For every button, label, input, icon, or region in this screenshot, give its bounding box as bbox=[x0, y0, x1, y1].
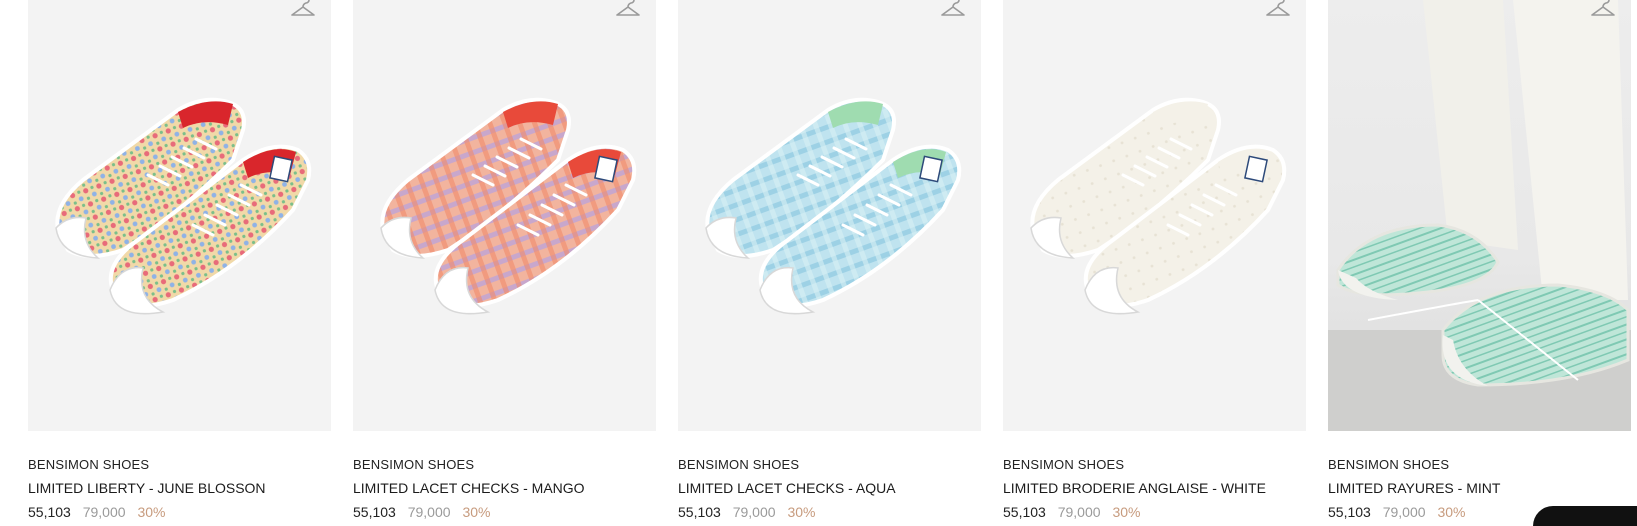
product-name[interactable]: LIMITED LACET CHECKS - MANGO bbox=[353, 480, 656, 498]
product-card[interactable]: BENSIMON SHOES LIMITED LIBERTY - JUNE BL… bbox=[28, 0, 331, 522]
product-image[interactable] bbox=[28, 0, 331, 431]
product-brand[interactable]: BENSIMON SHOES bbox=[1003, 457, 1306, 473]
sale-price: 55,103 bbox=[353, 504, 396, 520]
product-card[interactable]: BENSIMON SHOES LIMITED BRODERIE ANGLAISE… bbox=[1003, 0, 1306, 522]
hanger-icon[interactable] bbox=[289, 0, 317, 20]
product-image[interactable] bbox=[1003, 0, 1306, 431]
discount-badge: 30% bbox=[787, 504, 816, 520]
sale-price: 55,103 bbox=[1003, 504, 1046, 520]
shoe-illustration bbox=[705, 97, 962, 315]
product-brand[interactable]: BENSIMON SHOES bbox=[678, 457, 981, 473]
original-price: 79,000 bbox=[1057, 504, 1101, 520]
sale-price: 55,103 bbox=[1328, 504, 1371, 520]
product-image[interactable] bbox=[678, 0, 981, 431]
product-name[interactable]: LIMITED RAYURES - MINT bbox=[1328, 480, 1631, 498]
product-card[interactable]: BENSIMON SHOES LIMITED LACET CHECKS - MA… bbox=[353, 0, 656, 522]
sale-price: 55,103 bbox=[28, 504, 71, 520]
product-card[interactable]: BENSIMON SHOES LIMITED LACET CHECKS - AQ… bbox=[678, 0, 981, 522]
product-brand[interactable]: BENSIMON SHOES bbox=[1328, 457, 1631, 473]
hanger-icon[interactable] bbox=[614, 0, 642, 20]
product-prices: 55,103 79,000 30% bbox=[678, 504, 981, 522]
shoe-illustration bbox=[55, 97, 312, 315]
original-price: 79,000 bbox=[1382, 504, 1426, 520]
floating-action-button[interactable] bbox=[1533, 506, 1637, 526]
product-prices: 55,103 79,000 30% bbox=[1003, 504, 1306, 522]
discount-badge: 30% bbox=[137, 504, 166, 520]
product-brand[interactable]: BENSIMON SHOES bbox=[28, 457, 331, 473]
discount-badge: 30% bbox=[1112, 504, 1141, 520]
product-prices: 55,103 79,000 30% bbox=[28, 504, 331, 522]
product-image[interactable] bbox=[353, 0, 656, 431]
shoe-illustration bbox=[1030, 97, 1287, 315]
shoe-illustration bbox=[380, 97, 637, 315]
product-grid: BENSIMON SHOES LIMITED LIBERTY - JUNE BL… bbox=[28, 0, 1631, 522]
hanger-icon[interactable] bbox=[1589, 0, 1617, 20]
original-price: 79,000 bbox=[82, 504, 126, 520]
sale-price: 55,103 bbox=[678, 504, 721, 520]
product-name[interactable]: LIMITED LACET CHECKS - AQUA bbox=[678, 480, 981, 498]
product-name[interactable]: LIMITED LIBERTY - JUNE BLOSSON bbox=[28, 480, 331, 498]
hanger-icon[interactable] bbox=[1264, 0, 1292, 20]
product-image[interactable] bbox=[1328, 0, 1631, 431]
discount-badge: 30% bbox=[462, 504, 491, 520]
product-prices: 55,103 79,000 30% bbox=[353, 504, 656, 522]
product-card[interactable]: BENSIMON SHOES LIMITED RAYURES - MINT 55… bbox=[1328, 0, 1631, 522]
shoe-illustration bbox=[1328, 0, 1631, 431]
hanger-icon[interactable] bbox=[939, 0, 967, 20]
original-price: 79,000 bbox=[407, 504, 451, 520]
product-name[interactable]: LIMITED BRODERIE ANGLAISE - WHITE bbox=[1003, 480, 1306, 498]
discount-badge: 30% bbox=[1437, 504, 1466, 520]
original-price: 79,000 bbox=[732, 504, 776, 520]
product-brand[interactable]: BENSIMON SHOES bbox=[353, 457, 656, 473]
